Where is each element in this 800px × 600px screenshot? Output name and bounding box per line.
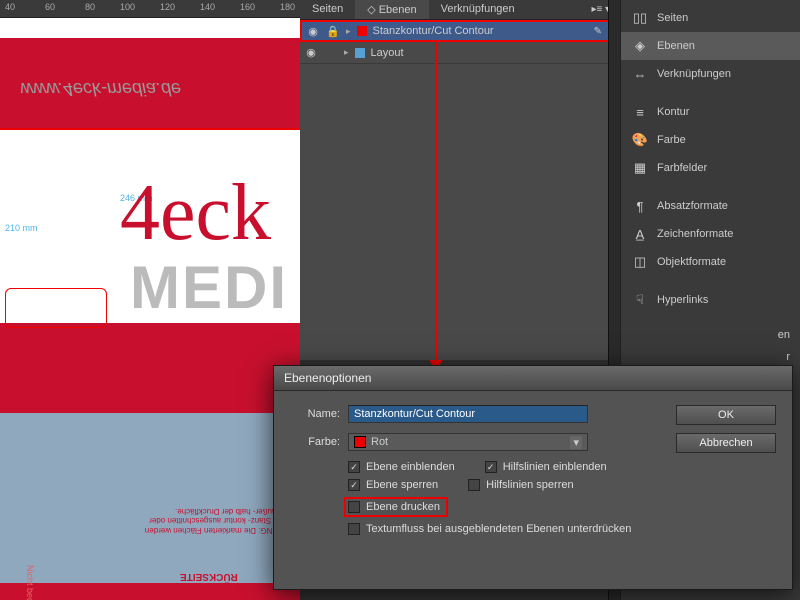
tab-seiten[interactable]: Seiten — [300, 0, 355, 19]
layer-options-dialog: Ebenenoptionen Name: Farbe: Rot OK Abbre… — [273, 365, 793, 590]
sidebar-item-partial[interactable]: en — [621, 324, 800, 346]
measure-label: 210 mm — [5, 223, 38, 233]
tab-ebenen[interactable]: ◇ Ebenen — [355, 0, 428, 19]
visibility-icon[interactable]: ◉ — [306, 25, 320, 38]
checkbox-icon — [348, 501, 360, 513]
sidebar-label: Objektformate — [657, 256, 726, 268]
swatches-icon: ▦ — [631, 159, 649, 177]
sidebar-item-verknuepfungen[interactable]: ⇔ Verknüpfungen — [621, 60, 800, 88]
doc-red-stripe — [0, 323, 300, 413]
check-ebene-einblenden[interactable]: ✓ Ebene einblenden — [348, 461, 455, 473]
check-label: Hilfslinien einblenden — [503, 461, 607, 473]
checkbox-icon: ✓ — [348, 461, 360, 473]
layers-icon: ◈ — [631, 37, 649, 55]
layer-color-select[interactable]: Rot — [348, 433, 588, 451]
name-label: Name: — [290, 408, 340, 420]
disclosure-icon[interactable]: ▸ — [346, 26, 351, 37]
annotation-arrow — [435, 40, 437, 365]
check-label: Ebene einblenden — [366, 461, 455, 473]
layer-name-input[interactable] — [348, 405, 588, 423]
color-chip — [354, 436, 366, 448]
paragraph-styles-icon: ¶ — [631, 197, 649, 215]
sidebar-label: Hyperlinks — [657, 294, 708, 306]
visibility-icon[interactable]: ◉ — [304, 46, 318, 59]
object-styles-icon: ◫ — [631, 253, 649, 271]
sidebar-item-ebenen[interactable]: ◈ Ebenen — [621, 32, 800, 60]
sidebar-item-seiten[interactable]: ▯▯ Seiten — [621, 4, 800, 32]
cancel-button[interactable]: Abbrechen — [676, 433, 776, 453]
sidebar-label: Zeichenformate — [657, 228, 733, 240]
sidebar-item-kontur[interactable]: ≡ Kontur — [621, 98, 800, 126]
check-ebene-drucken[interactable]: Ebene drucken — [344, 497, 448, 517]
panel-tabs: Seiten ◇ Ebenen Verknüpfungen ▸≡ ▾≡ — [300, 0, 620, 20]
sidebar-label: Absatzformate — [657, 200, 728, 212]
sidebar-label: Farbfelder — [657, 162, 707, 174]
layer-name: Layout — [371, 47, 616, 59]
char-styles-icon: A̲ — [631, 225, 649, 243]
checkbox-icon: ✓ — [348, 479, 360, 491]
sidebar-item-objektformate[interactable]: ◫ Objektformate — [621, 248, 800, 276]
links-icon: ⇔ — [631, 65, 649, 83]
color-value: Rot — [371, 436, 388, 448]
sidebar-item-absatzformate[interactable]: ¶ Absatzformate — [621, 192, 800, 220]
pen-icon[interactable]: ✎ — [594, 26, 602, 37]
pink-label: Nicht bedruckbar — [25, 565, 35, 600]
sidebar-item-zeichenformate[interactable]: A̲ Zeichenformate — [621, 220, 800, 248]
sidebar-label: Ebenen — [657, 40, 695, 52]
disclosure-icon[interactable]: ▸ — [344, 47, 349, 58]
checkbox-icon — [468, 479, 480, 491]
hyperlinks-icon: ☟ — [631, 291, 649, 309]
ok-button[interactable]: OK — [676, 405, 776, 425]
layer-row-layout[interactable]: ◉ ▸ Layout — [300, 42, 620, 64]
check-ebene-sperren[interactable]: ✓ Ebene sperren — [348, 479, 438, 491]
check-label: Textumfluss bei ausgeblendeten Ebenen un… — [366, 523, 631, 535]
check-hilfslinien-einblenden[interactable]: ✓ Hilfslinien einblenden — [485, 461, 607, 473]
check-label: Ebene drucken — [366, 501, 440, 513]
check-hilfslinien-sperren[interactable]: Hilfslinien sperren — [468, 479, 573, 491]
color-swatch — [355, 48, 365, 58]
color-swatch — [357, 26, 367, 36]
doc-logo-text: 4eck — [120, 168, 271, 259]
dialog-title: Ebenenoptionen — [274, 366, 792, 391]
doc-media-text: MEDI — [130, 253, 288, 322]
tab-verknuepfungen[interactable]: Verknüpfungen — [429, 0, 527, 19]
sidebar-label: Farbe — [657, 134, 686, 146]
rueckseite-label: RÜCKSEITE — [180, 571, 238, 582]
farbe-label: Farbe: — [290, 436, 340, 448]
document-canvas[interactable]: www.4eck-media.de 246 mm 210 mm 4eck MED… — [0, 18, 300, 600]
pages-icon: ▯▯ — [631, 9, 649, 27]
layer-row-stanzkontur[interactable]: ◉ 🔒 ▸ Stanzkontur/Cut Contour ✎ — [300, 20, 620, 42]
check-label: Hilfslinien sperren — [486, 479, 573, 491]
layer-name: Stanzkontur/Cut Contour — [373, 25, 588, 37]
sidebar-label: Kontur — [657, 106, 689, 118]
check-textumfluss[interactable]: Textumfluss bei ausgeblendeten Ebenen un… — [348, 523, 631, 535]
sidebar-item-farbe[interactable]: 🎨 Farbe — [621, 126, 800, 154]
checkbox-icon: ✓ — [485, 461, 497, 473]
doc-red-stripe — [0, 583, 300, 600]
layers-panel: ◉ 🔒 ▸ Stanzkontur/Cut Contour ✎ ◉ ▸ Layo… — [300, 20, 620, 360]
sidebar-label: en — [778, 329, 790, 341]
sidebar-item-hyperlinks[interactable]: ☟ Hyperlinks — [621, 286, 800, 314]
stroke-icon: ≡ — [631, 103, 649, 121]
cut-contour-line — [0, 128, 300, 130]
doc-blue-area — [0, 413, 300, 583]
color-icon: 🎨 — [631, 131, 649, 149]
sidebar-item-farbfelder[interactable]: ▦ Farbfelder — [621, 154, 800, 182]
tab-label: Ebenen — [379, 4, 417, 16]
check-label: Ebene sperren — [366, 479, 438, 491]
doc-url-text: www.4eck-media.de — [20, 78, 181, 99]
sidebar-label: Verknüpfungen — [657, 68, 731, 80]
lock-icon[interactable]: 🔒 — [326, 25, 340, 38]
cut-contour-rect — [5, 288, 107, 328]
sidebar-label: r — [786, 351, 790, 363]
sidebar-label: Seiten — [657, 12, 688, 24]
checkbox-icon — [348, 523, 360, 535]
